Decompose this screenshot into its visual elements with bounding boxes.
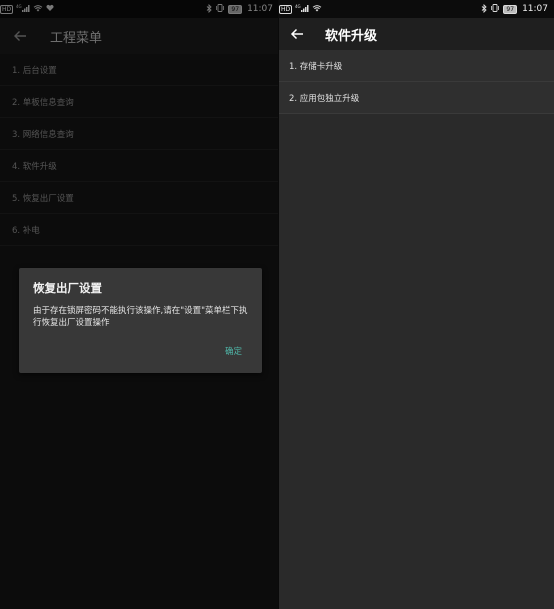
app-bar: 软件升级 (279, 18, 554, 50)
software-upgrade-screen: HD 4G 97 11:07 软件升级 1. 存储卡升级 2. 应用包独立升级 (279, 0, 554, 609)
status-time: 11:07 (522, 4, 548, 14)
dialog-title: 恢复出厂设置 (33, 281, 102, 295)
wifi-icon (312, 4, 322, 14)
battery-icon: 97 (503, 4, 518, 14)
signal-type-label: 4G (295, 4, 301, 9)
menu-item-sdcard-upgrade[interactable]: 1. 存储卡升级 (279, 50, 554, 82)
dialog-message: 由于存在锁屏密码不能执行该操作,请在"设置"菜单栏下执行恢复出厂设置操作 (33, 306, 248, 328)
vibrate-icon (490, 4, 500, 14)
hd-voice-icon: HD (279, 4, 293, 14)
status-bar: HD 4G 97 11:07 (279, 0, 554, 18)
page-title: 软件升级 (325, 28, 378, 44)
back-arrow-icon[interactable] (289, 26, 305, 42)
signal-icon: 4G (295, 4, 309, 14)
factory-reset-dialog: 恢复出厂设置 由于存在锁屏密码不能执行该操作,请在"设置"菜单栏下执行恢复出厂设… (19, 268, 262, 373)
engineering-menu-screen: HD 4G 97 11:07 工程菜单 1. 后台设置 2. 单板信息查询 3.… (0, 0, 279, 609)
menu-item-app-package-upgrade[interactable]: 2. 应用包独立升级 (279, 82, 554, 114)
dialog-actions: 确定 (225, 339, 242, 358)
bluetooth-icon (481, 3, 488, 15)
software-upgrade-list: 1. 存储卡升级 2. 应用包独立升级 (279, 50, 554, 114)
confirm-button[interactable]: 确定 (225, 345, 242, 357)
